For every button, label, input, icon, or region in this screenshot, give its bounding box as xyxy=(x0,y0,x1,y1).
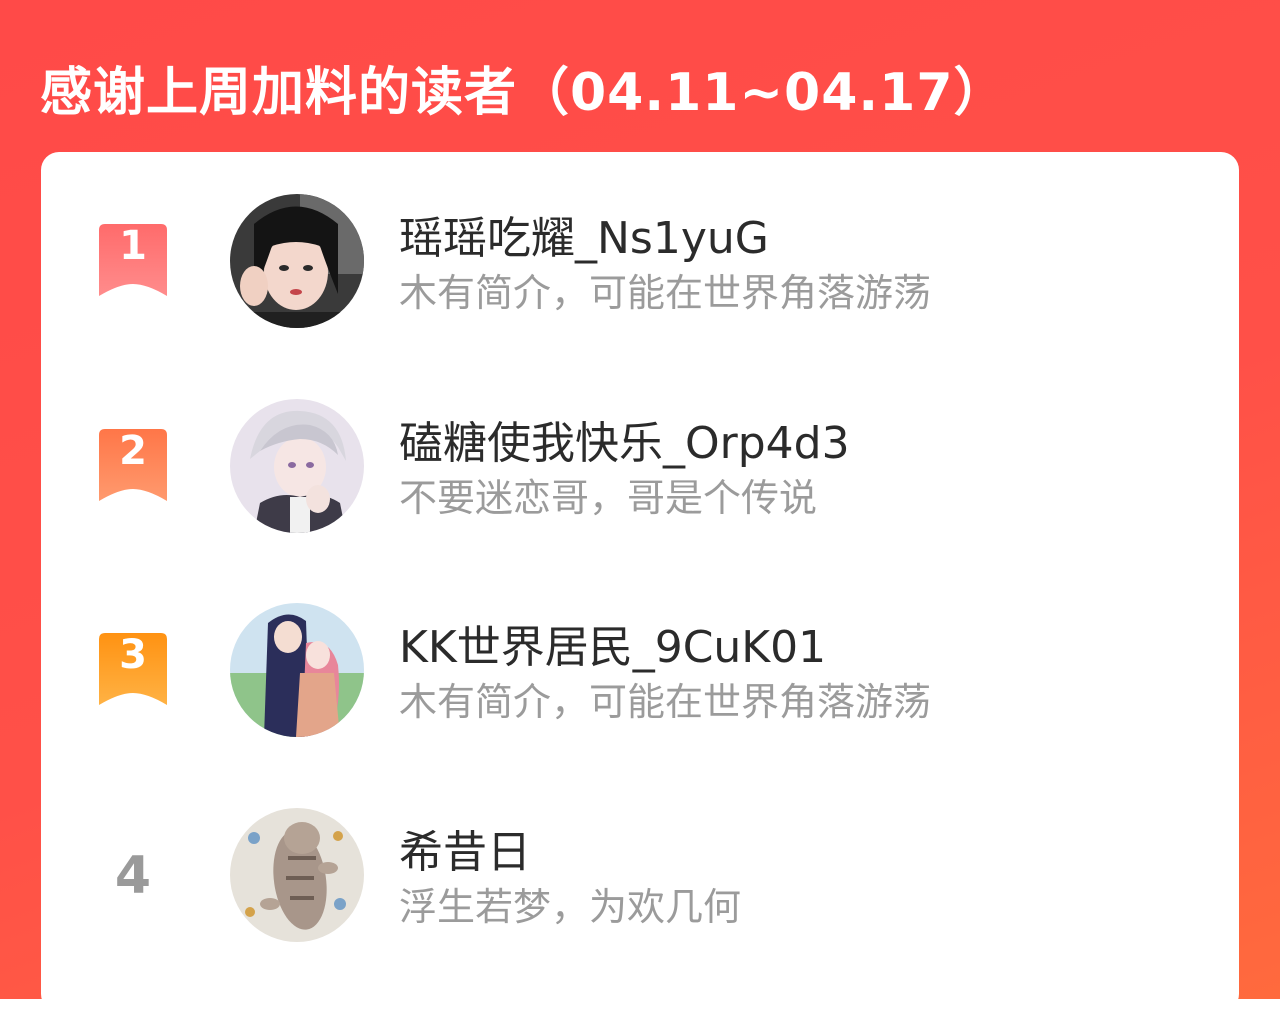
reader-name: 瑶瑶吃耀_Ns1yuG xyxy=(399,213,769,264)
page-title: 感谢上周加料的读者（04.11~04.17） xyxy=(40,63,1007,123)
rank-number: 3 xyxy=(119,632,147,678)
reader-row-1[interactable]: 1 瑶瑶吃耀_Ns1yuG 木有简介，可能在世界角落游荡 xyxy=(41,194,1239,334)
rank-number: 1 xyxy=(119,223,147,269)
reader-bio: 不要迷恋哥，哥是个传说 xyxy=(399,476,818,520)
reader-list-card: 1 瑶瑶吃耀_Ns1yuG 木有简介，可能在世界角落游荡 2 磕糖使我快乐_Or… xyxy=(41,152,1239,1012)
avatar[interactable] xyxy=(230,808,364,942)
reader-bio: 浮生若梦，为欢几何 xyxy=(399,885,742,929)
reader-bio: 木有简介，可能在世界角落游荡 xyxy=(399,271,932,315)
reader-row-4[interactable]: 4 希昔日 浮生若梦，为欢几何 xyxy=(41,808,1239,948)
rank-number: 2 xyxy=(119,428,147,474)
reader-bio: 木有简介，可能在世界角落游荡 xyxy=(399,680,932,724)
reader-name: 希昔日 xyxy=(399,827,531,878)
reader-row-3[interactable]: 3 KK世界居民_9CuK01 木有简介，可能在世界角落游荡 xyxy=(41,603,1239,743)
reader-row-2[interactable]: 2 磕糖使我快乐_Orp4d3 不要迷恋哥，哥是个传说 xyxy=(41,399,1239,539)
avatar[interactable] xyxy=(230,399,364,533)
rank-badge-1: 1 xyxy=(99,223,167,296)
rank-badge-3: 3 xyxy=(99,632,167,705)
rank-badge-2: 2 xyxy=(99,428,167,501)
reader-name: 磕糖使我快乐_Orp4d3 xyxy=(399,418,850,469)
rank-number: 4 xyxy=(114,846,152,906)
avatar[interactable] xyxy=(230,603,364,737)
avatar[interactable] xyxy=(230,194,364,328)
reader-name: KK世界居民_9CuK01 xyxy=(399,622,827,673)
